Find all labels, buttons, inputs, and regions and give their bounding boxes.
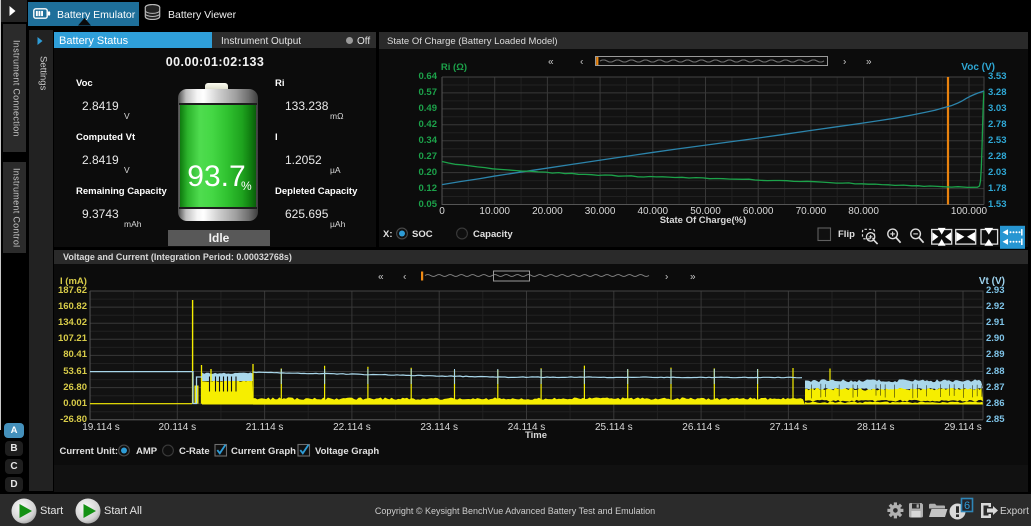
- svg-text:6: 6: [964, 500, 970, 512]
